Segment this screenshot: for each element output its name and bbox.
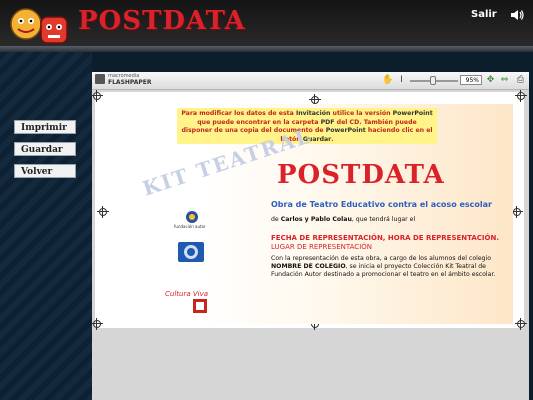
hand-icon[interactable]: ✋ — [382, 75, 393, 86]
fundacion-autor-logo: fundación autor — [174, 210, 206, 229]
flashpaper-logo-icon — [95, 74, 105, 84]
sgae-logo-icon — [184, 245, 198, 259]
flashpaper-viewer: macromedia FLASHPAPER ✋ I 95% ✥ ⇔ ⎙ Para… — [91, 72, 529, 400]
crop-mark — [97, 206, 109, 218]
crop-mark — [515, 318, 527, 330]
back-button[interactable]: Volver — [14, 164, 76, 178]
app-brand-title: POSTDATA — [78, 6, 246, 36]
fit-page-icon[interactable]: ⇔ — [499, 75, 510, 86]
crop-mark — [91, 90, 103, 102]
description-paragraph: Con la representación de esta obra, a ca… — [271, 255, 496, 278]
ministry-logo-icon — [193, 299, 207, 313]
zoom-level-field[interactable]: 95% — [460, 75, 482, 85]
header-bar: POSTDATA Salir — [0, 0, 533, 52]
zoom-fit-icon[interactable]: ✥ — [485, 75, 496, 86]
document-title: POSTDATA — [277, 160, 445, 190]
text-cursor-icon[interactable]: I — [396, 75, 407, 86]
print-button[interactable]: Imprimir — [14, 120, 76, 134]
flashpaper-brand-product: FLASHPAPER — [108, 79, 152, 86]
crop-mark — [515, 90, 527, 102]
sgae-logo — [178, 242, 204, 262]
authors-line: de Carlos y Pablo Colau, que tendrá luga… — [271, 216, 416, 223]
zoom-slider-handle[interactable] — [430, 76, 436, 85]
document-subtitle: Obra de Teatro Educativo contra el acoso… — [271, 200, 492, 209]
save-button[interactable]: Guardar — [14, 142, 76, 156]
exit-link[interactable]: Salir — [471, 9, 497, 20]
mascot-logo-2-icon — [40, 16, 68, 44]
print-icon[interactable]: ⎙ — [515, 75, 526, 86]
cultura-viva-label: Cultura Viva — [165, 290, 209, 298]
sidebar — [0, 52, 92, 400]
crop-mark — [91, 318, 103, 330]
document-page: Para modificar los datos de esta Invitac… — [91, 90, 527, 330]
speaker-icon[interactable] — [510, 8, 524, 22]
date-placeholder: FECHA DE REPRESENTACIÓN, HORA DE REPRESE… — [271, 234, 499, 242]
venue-placeholder: LUGAR DE REPRESENTACIÓN — [271, 243, 373, 251]
fundacion-autor-label: fundación autor — [174, 224, 206, 229]
viewer-toolbar: macromedia FLASHPAPER ✋ I 95% ✥ ⇔ ⎙ — [92, 72, 529, 90]
